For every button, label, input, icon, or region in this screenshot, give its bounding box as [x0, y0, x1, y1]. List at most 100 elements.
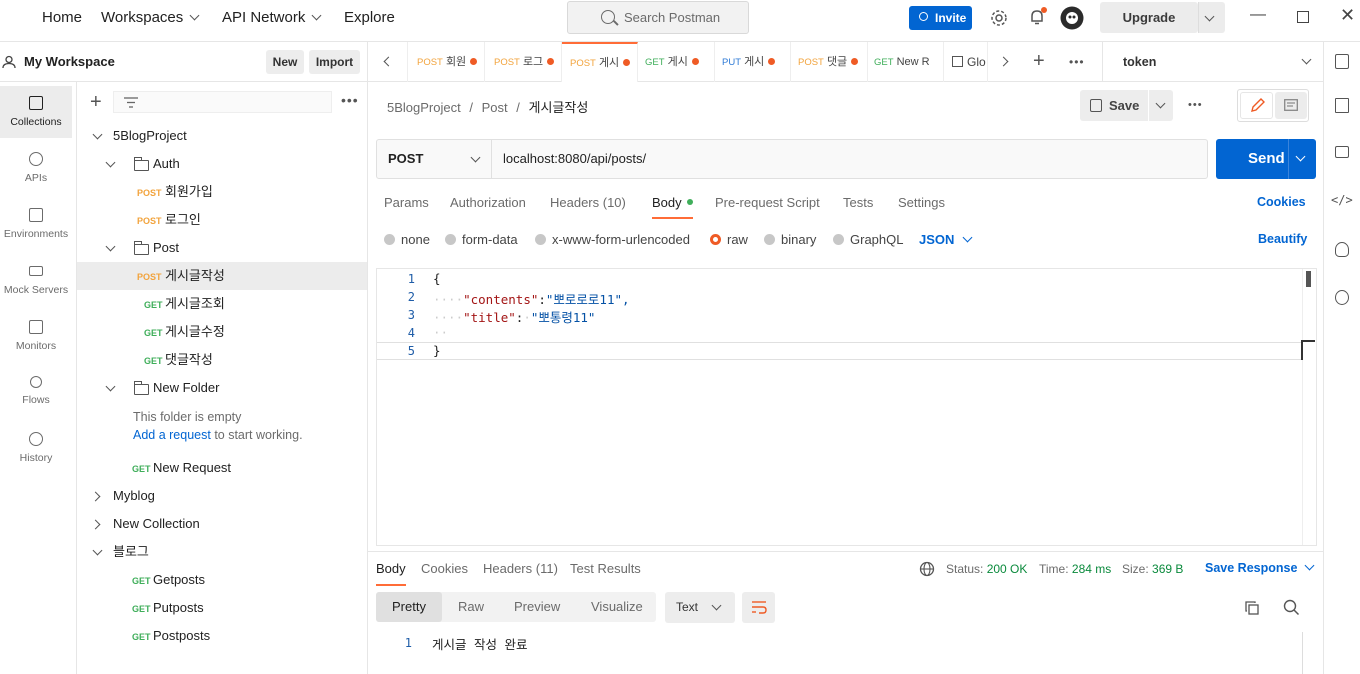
- tree-collection[interactable]: New Collection: [77, 510, 367, 538]
- save-response-button[interactable]: Save Response: [1205, 560, 1315, 575]
- tab[interactable]: POST 댓글: [791, 42, 868, 82]
- tab[interactable]: POST 로그: [485, 42, 562, 82]
- minimize-icon[interactable]: —: [1250, 6, 1266, 24]
- save-dropdown[interactable]: [1149, 90, 1173, 121]
- view-pretty[interactable]: Pretty: [376, 592, 442, 622]
- editor-scrollbar[interactable]: [1301, 269, 1316, 545]
- radio-urlencoded[interactable]: x-www-form-urlencoded: [535, 232, 690, 247]
- tab-active[interactable]: POST 게시: [562, 42, 638, 82]
- copy-icon[interactable]: [1244, 600, 1260, 616]
- save-button[interactable]: Save: [1080, 90, 1148, 121]
- nav-api-network[interactable]: API Network: [222, 0, 322, 36]
- breadcrumb-folder[interactable]: Post: [482, 100, 508, 115]
- tree-folder-new[interactable]: New Folder: [77, 374, 367, 402]
- tab-tests[interactable]: Tests: [843, 195, 873, 210]
- body-editor[interactable]: 1 2 3 4 5 { ····"contents":"뽀로로로11", ···…: [376, 268, 1317, 546]
- settings-gear-icon[interactable]: [990, 9, 1008, 27]
- new-tab-icon[interactable]: +: [1033, 50, 1045, 73]
- tabs-scroll-right[interactable]: [990, 42, 1020, 82]
- chevron-down-icon[interactable]: [1295, 151, 1306, 162]
- rail-flows[interactable]: Flows: [0, 366, 72, 418]
- tree-request[interactable]: GET Postposts: [77, 622, 367, 650]
- response-scrollbar[interactable]: [1302, 632, 1303, 674]
- maximize-icon[interactable]: [1297, 11, 1309, 23]
- tab-body[interactable]: Body: [652, 195, 693, 219]
- rail-collections[interactable]: Collections: [0, 86, 72, 138]
- search-response-icon[interactable]: [1283, 599, 1300, 616]
- upgrade-dropdown[interactable]: [1198, 2, 1225, 33]
- rail-mock-servers[interactable]: Mock Servers: [0, 254, 72, 306]
- rail-history[interactable]: History: [0, 422, 72, 474]
- globe-icon[interactable]: [919, 561, 935, 577]
- time-value[interactable]: 284 ms: [1072, 562, 1111, 576]
- format-select[interactable]: Text: [665, 592, 735, 623]
- radio-graphql[interactable]: GraphQL: [833, 232, 903, 247]
- tree-request[interactable]: GET New Request: [77, 454, 367, 482]
- rail-environments[interactable]: Environments: [0, 198, 72, 250]
- filter-input[interactable]: [113, 91, 332, 113]
- tree-request[interactable]: GET 게시글조회: [77, 290, 367, 318]
- tree-request[interactable]: POST 로그인: [77, 206, 367, 234]
- tree-request[interactable]: GET 게시글수정: [77, 318, 367, 346]
- tree-collection[interactable]: Myblog: [77, 482, 367, 510]
- tabs-more-icon[interactable]: •••: [1069, 55, 1085, 69]
- tab[interactable]: PUT 게시: [715, 42, 791, 82]
- radio-binary[interactable]: binary: [764, 232, 816, 247]
- url-input[interactable]: localhost:8080/api/posts/: [503, 140, 646, 178]
- wrap-lines-button[interactable]: [742, 592, 775, 623]
- tree-request-selected[interactable]: POST 게시글작성: [77, 262, 367, 290]
- status-value[interactable]: 200 OK: [987, 562, 1028, 576]
- nav-workspaces[interactable]: Workspaces: [101, 0, 200, 36]
- rail-apis[interactable]: APIs: [0, 142, 72, 194]
- tree-collection[interactable]: 5BlogProject: [77, 122, 367, 150]
- tab-settings[interactable]: Settings: [898, 195, 945, 210]
- new-button[interactable]: New: [266, 50, 304, 74]
- edit-mode-button[interactable]: [1240, 92, 1273, 119]
- tab[interactable]: Glo: [944, 42, 988, 82]
- tree-request[interactable]: GET Getposts: [77, 566, 367, 594]
- tab-authorization[interactable]: Authorization: [450, 195, 526, 210]
- nav-explore[interactable]: Explore: [344, 0, 395, 36]
- view-raw[interactable]: Raw: [442, 592, 500, 622]
- tree-request[interactable]: POST 회원가입: [77, 178, 367, 206]
- tree-request[interactable]: GET Putposts: [77, 594, 367, 622]
- response-tab-cookies[interactable]: Cookies: [421, 561, 468, 576]
- send-button[interactable]: Send: [1216, 139, 1316, 179]
- radio-none[interactable]: none: [384, 232, 430, 247]
- documentation-icon[interactable]: [1335, 98, 1349, 113]
- tabs-scroll-left[interactable]: [368, 42, 408, 82]
- info-icon[interactable]: [1335, 290, 1349, 305]
- close-icon[interactable]: ✕: [1340, 5, 1355, 26]
- view-preview[interactable]: Preview: [498, 592, 576, 622]
- search-input[interactable]: Search Postman: [567, 1, 749, 34]
- tab[interactable]: GET 게시: [638, 42, 715, 82]
- language-select[interactable]: JSON: [919, 232, 973, 247]
- more-options-icon[interactable]: •••: [341, 92, 359, 108]
- response-tab-test-results[interactable]: Test Results: [570, 561, 641, 576]
- tree-folder-auth[interactable]: Auth: [77, 150, 367, 178]
- beautify-link[interactable]: Beautify: [1258, 232, 1307, 246]
- lightbulb-icon[interactable]: [1335, 242, 1349, 257]
- tree-collection[interactable]: 블로그: [77, 538, 367, 566]
- method-select[interactable]: POST: [377, 140, 492, 178]
- avatar[interactable]: [1060, 6, 1084, 30]
- tab-headers[interactable]: Headers (10): [550, 195, 626, 210]
- breadcrumb-collection[interactable]: 5BlogProject: [387, 100, 461, 115]
- cookies-link[interactable]: Cookies: [1257, 195, 1306, 209]
- import-button[interactable]: Import: [309, 50, 360, 74]
- upgrade-button[interactable]: Upgrade: [1100, 2, 1198, 33]
- tab[interactable]: GET New R: [868, 42, 944, 82]
- tab-params[interactable]: Params: [384, 195, 429, 210]
- radio-raw[interactable]: raw: [710, 232, 748, 247]
- environment-selector[interactable]: token: [1102, 42, 1323, 82]
- tab[interactable]: POST 회원: [408, 42, 485, 82]
- response-tab-headers[interactable]: Headers (11): [483, 561, 558, 576]
- nav-home[interactable]: Home: [42, 0, 82, 36]
- invite-button[interactable]: Invite: [909, 6, 972, 30]
- environment-quicklook-icon[interactable]: [1335, 54, 1349, 69]
- comments-icon[interactable]: [1335, 146, 1349, 158]
- radio-form-data[interactable]: form-data: [445, 232, 518, 247]
- rail-monitors[interactable]: Monitors: [0, 310, 72, 362]
- notification-bell-icon[interactable]: [1028, 7, 1048, 27]
- view-visualize[interactable]: Visualize: [575, 592, 659, 622]
